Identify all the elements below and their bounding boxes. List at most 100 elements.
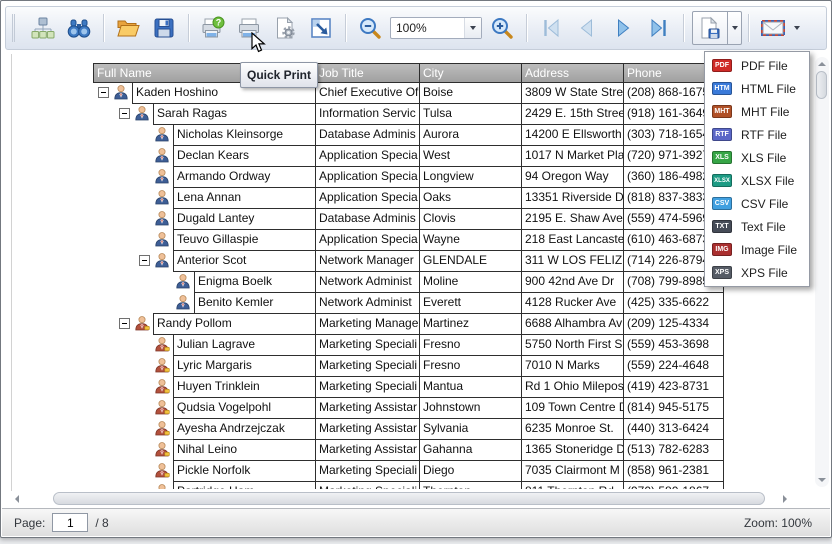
page-number-input[interactable] (52, 513, 88, 532)
person-icon (175, 294, 191, 310)
cell-job: Marketing Speciali (315, 335, 419, 355)
export-dropdown-button[interactable] (728, 11, 742, 45)
cell-phone: (513) 782-6283 (623, 440, 723, 460)
cell-address: 5750 North First S (521, 335, 623, 355)
next-page-button[interactable] (605, 11, 641, 45)
menu-item-txt[interactable]: TXTText File (705, 215, 809, 238)
cell-job: Marketing Assistar (315, 440, 419, 460)
menu-item-mht[interactable]: MHTMHT File (705, 100, 809, 123)
cell-name: Declan Kears (174, 146, 315, 166)
txt-file-icon: TXT (712, 220, 732, 233)
cell-city: Everett (419, 293, 521, 313)
zoom-out-button[interactable] (352, 11, 388, 45)
cell-address: 2429 E. 15th Stree (521, 104, 623, 124)
grid-rows: Kaden HoshinoChief Executive OfBoise3809… (93, 83, 743, 489)
cell-name: Lena Annan (174, 188, 315, 208)
page-left-edge (11, 54, 12, 491)
tree-structure-icon (31, 16, 55, 40)
horizontal-scrollbar-thumb[interactable] (53, 492, 765, 505)
zoom-in-icon (490, 16, 514, 40)
vertical-scrollbar-thumb[interactable] (816, 71, 827, 99)
xls-file-icon: XLS (712, 151, 732, 164)
cell-job: Database Adminis (315, 125, 419, 145)
find-button[interactable] (61, 11, 97, 45)
print-preview-window: ? (0, 0, 832, 538)
cell-address: 900 42nd Ave Dr (521, 272, 623, 292)
page-setup-button[interactable] (267, 11, 303, 45)
email-dropdown-button[interactable] (794, 26, 800, 30)
toolbar-grip[interactable] (12, 14, 21, 42)
previous-page-button[interactable] (569, 11, 605, 45)
scroll-left-arrow-icon[interactable] (15, 495, 19, 503)
zoom-in-button[interactable] (484, 11, 520, 45)
cell-phone: (209) 125-4334 (623, 314, 723, 334)
menu-item-img[interactable]: IMGImage File (705, 238, 809, 261)
tree-row: Sarah RagasInformation ServicTulsa2429 E… (93, 103, 743, 125)
zoom-combobox-value: 100% (391, 21, 464, 35)
cell-city: Fresno (419, 356, 521, 376)
cell-name: Armando Ordway (174, 167, 315, 187)
zoom-combobox-dropdown[interactable] (464, 18, 481, 38)
cell-job: Network Manager (315, 251, 419, 271)
last-page-button[interactable] (641, 11, 677, 45)
cell-phone: (425) 335-6622 (623, 293, 723, 313)
scroll-right-arrow-icon[interactable] (783, 495, 787, 503)
scale-button[interactable] (303, 11, 339, 45)
cell-name: Huyen Trinklein (174, 377, 315, 397)
toolbar-separator (748, 14, 749, 42)
cell-name: Dugald Lantey (174, 209, 315, 229)
cell-name: Pickle Norfolk (174, 461, 315, 481)
cell-address: 94 Oregon Way (521, 167, 623, 187)
menu-item-pdf[interactable]: PDFPDF File (705, 54, 809, 77)
send-email-button[interactable] (755, 11, 791, 45)
cell-phone: (970) 580-1867 (623, 482, 723, 489)
cell-city: Longview (419, 167, 521, 187)
person-icon (134, 315, 150, 331)
menu-item-xls[interactable]: XLSXLS File (705, 146, 809, 169)
blue-person-icon (154, 252, 170, 268)
cell-name: Randy Pollom (154, 314, 315, 334)
tooltip-text: Quick Print (247, 68, 311, 82)
vertical-scrollbar[interactable] (815, 57, 829, 487)
status-bar: Page: / 8 Zoom: 100% (2, 508, 830, 536)
print-icon: ? (201, 16, 225, 40)
export-document-button[interactable] (692, 11, 728, 45)
blue-person-icon (154, 189, 170, 205)
cell-phone: (440) 313-6424 (623, 419, 723, 439)
person-icon (154, 147, 170, 163)
person-icon (154, 252, 170, 268)
menu-item-htm[interactable]: HTMHTML File (705, 77, 809, 100)
cell-city: Sylvania (419, 419, 521, 439)
open-button[interactable] (110, 11, 146, 45)
collapse-glyph (119, 108, 130, 119)
export-split-button (692, 11, 742, 45)
zoom-combobox[interactable]: 100% (390, 17, 482, 39)
cell-job: Marketing Speciali (315, 377, 419, 397)
tree-structure-button[interactable] (25, 11, 61, 45)
cell-city: Clovis (419, 209, 521, 229)
red-person-icon (154, 483, 170, 489)
scroll-down-arrow-icon[interactable] (818, 478, 826, 482)
rtf-file-icon: RTF (712, 128, 732, 141)
print-dialog-button[interactable]: ? (195, 11, 231, 45)
cell-job: Chief Executive Of (315, 83, 419, 103)
open-folder-icon (116, 16, 140, 40)
toolbar-separator (526, 14, 527, 42)
menu-item-rtf[interactable]: RTFRTF File (705, 123, 809, 146)
menu-item-label: MHT File (741, 105, 789, 119)
person-icon (154, 483, 170, 489)
first-page-button[interactable] (533, 11, 569, 45)
cell-job: Marketing Assistar (315, 419, 419, 439)
menu-item-xps[interactable]: XPSXPS File (705, 261, 809, 284)
horizontal-scrollbar[interactable] (7, 491, 809, 506)
menu-item-xlsx[interactable]: XLSXXLSX File (705, 169, 809, 192)
page-total: / 8 (95, 516, 108, 530)
menu-item-csv[interactable]: CSVCSV File (705, 192, 809, 215)
tree-row: Benito KemlerNetwork AdministEverett4128… (93, 292, 743, 314)
person-icon (154, 168, 170, 184)
next-page-icon (611, 16, 635, 40)
scroll-up-arrow-icon[interactable] (818, 62, 826, 66)
save-button[interactable] (146, 11, 182, 45)
tree-row: Kaden HoshinoChief Executive OfBoise3809… (93, 83, 743, 104)
tree-row: Huyen TrinkleinMarketing SpecialiMantuaR… (93, 376, 743, 398)
